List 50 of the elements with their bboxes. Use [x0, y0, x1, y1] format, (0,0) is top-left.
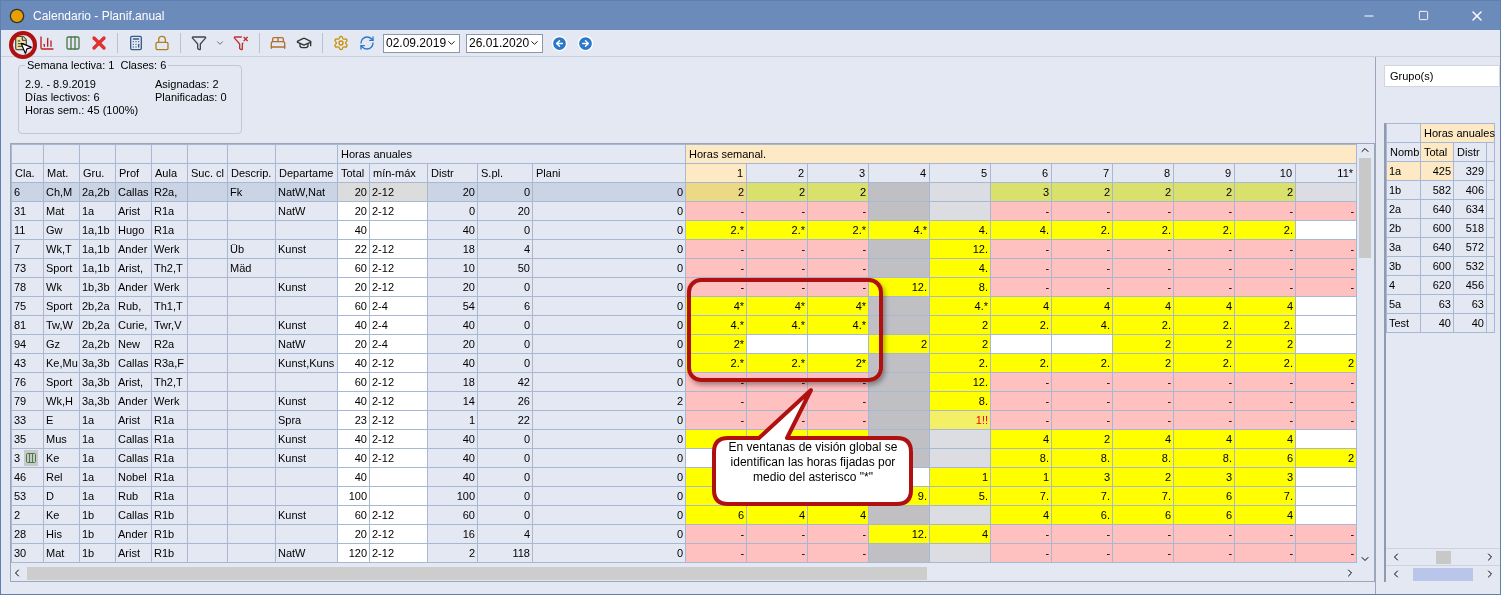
window-title: Calendario - Planif.anual [33, 8, 166, 23]
table-cell [1486, 199, 1495, 219]
cursor-icon [19, 41, 33, 55]
refresh-icon[interactable] [359, 35, 375, 51]
classes-label: Clases: 6 [120, 59, 167, 72]
table-cell [1486, 294, 1495, 314]
assigned-count: Asignadas: 2 [155, 78, 220, 91]
date-from-field[interactable]: 02.09.2019 [383, 33, 460, 53]
column-header [1386, 123, 1421, 143]
table-cell [1486, 256, 1495, 276]
group-filter-field[interactable]: Grupo(s) [1384, 65, 1500, 87]
bar-chart-icon[interactable] [39, 35, 55, 51]
school-days: Días lectivos: 6 [25, 91, 155, 104]
table-cell [1486, 275, 1495, 295]
app-icon [9, 7, 25, 24]
columns-icon[interactable] [65, 35, 81, 51]
delete-icon[interactable] [89, 33, 109, 53]
date-to-field[interactable]: 26.01.2020 [466, 33, 543, 53]
table-cell [1486, 180, 1495, 200]
graduation-cap-icon[interactable] [296, 35, 312, 51]
table-cell [1486, 237, 1495, 257]
week-label: Semana lectiva: 1 [27, 59, 115, 72]
week-dates: 2.9. - 8.9.2019 [25, 78, 97, 91]
scroll-thumb[interactable] [1413, 567, 1473, 581]
gear-icon[interactable] [333, 35, 349, 51]
filter-remove-icon[interactable] [233, 35, 249, 51]
column-group-header: Horas anuales [337, 144, 686, 164]
table-cell [1486, 161, 1495, 181]
scroll-thumb[interactable] [1435, 550, 1451, 564]
calculator-icon[interactable] [128, 35, 144, 51]
scroll-thumb[interactable] [1359, 158, 1372, 258]
maximize-icon[interactable] [1417, 10, 1429, 21]
weekly-hours: Horas sem.: 45 (100%) [25, 104, 140, 117]
horizontal-scrollbar[interactable] [1386, 548, 1500, 565]
table-cell [1486, 218, 1495, 238]
column-group-header: Horas anuales [1420, 123, 1495, 143]
column-header [1486, 142, 1495, 162]
bed-plus-icon[interactable] [270, 35, 286, 51]
caret-icon[interactable] [215, 38, 225, 48]
lock-icon[interactable] [154, 35, 170, 51]
table-cell [1486, 313, 1495, 333]
warning-text: 1!! [975, 414, 989, 426]
horizontal-scrollbar[interactable] [1386, 565, 1500, 582]
next-icon[interactable] [576, 34, 594, 52]
scroll-thumb[interactable] [27, 566, 927, 580]
callout-text: En ventanas de visión global se identifican las horas fijadas por medio del asterisco "*" [727, 440, 899, 485]
column-group-header: Horas semanal. [685, 144, 1357, 164]
filter-icon[interactable] [191, 35, 207, 51]
planned-count: Planificadas: 0 [155, 91, 228, 104]
previous-icon[interactable] [550, 34, 568, 52]
